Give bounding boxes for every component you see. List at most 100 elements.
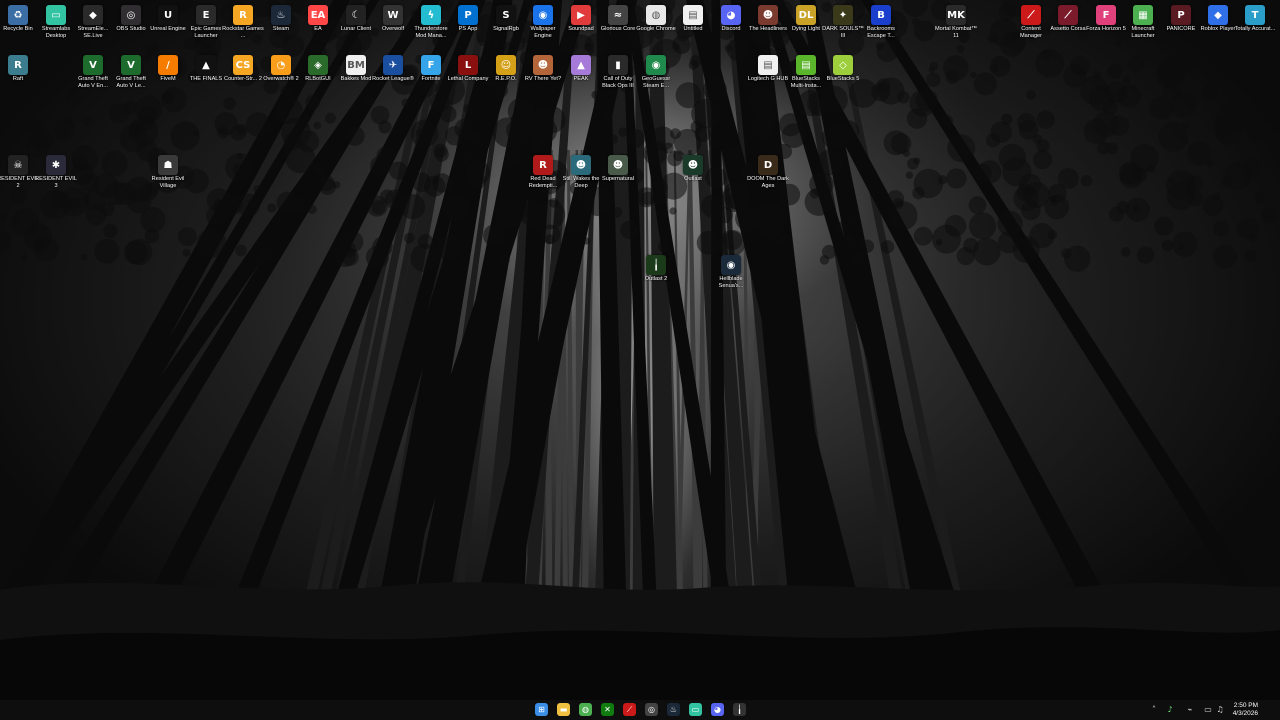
- desktop-shortcut[interactable]: U Unreal Engine: [148, 2, 188, 50]
- desktop-shortcut[interactable]: ▭ Streamlabs Desktop: [36, 2, 76, 50]
- supernatural-icon: ☻: [608, 155, 628, 175]
- desktop-shortcut[interactable]: ▲ PEAK: [561, 52, 601, 100]
- desktop-shortcut[interactable]: ▤ BlueStacks Multi-Insta...: [786, 52, 826, 100]
- epic-games-icon: E: [196, 5, 216, 25]
- clock-date[interactable]: 4/3/2026: [1218, 710, 1258, 717]
- desktop-shortcut[interactable]: L Lethal Company: [448, 52, 488, 100]
- desktop-shortcut[interactable]: ◕ Discord: [711, 2, 751, 50]
- desktop-shortcut[interactable]: ◔ Overwatch® 2: [261, 52, 301, 100]
- desktop-shortcut[interactable]: ⟋ Assetto Corsa: [1048, 2, 1088, 50]
- desktop-shortcut[interactable]: ☠ RESIDENT EVIL 2: [0, 152, 39, 200]
- clock-time[interactable]: 2:50 PM: [1218, 702, 1258, 709]
- desktop-shortcut[interactable]: ◉ Hellblade Senua's...: [711, 252, 751, 300]
- desktop-shortcut[interactable]: ◈ RLBotGUI: [298, 52, 338, 100]
- desktop-shortcut[interactable]: E Epic Games Launcher: [186, 2, 226, 50]
- desktop-shortcut[interactable]: T Totally Accurat...: [1235, 2, 1275, 50]
- document-icon: ▤: [683, 5, 703, 25]
- shortcut-label: Raft: [12, 76, 24, 82]
- desktop-shortcut[interactable]: ◉ GeoGuessr Steam E...: [636, 52, 676, 100]
- overwolf-icon: W: [383, 5, 403, 25]
- desktop-shortcut[interactable]: ✦ DARK SOULS™ III: [822, 2, 864, 50]
- desktop-shortcut[interactable]: ◉ Wallpaper Engine: [523, 2, 563, 50]
- shortcut-label: Minecraft Launcher: [1131, 26, 1155, 39]
- desktop-shortcut[interactable]: W Overwolf: [373, 2, 413, 50]
- desktop-shortcut[interactable]: P PS App: [448, 2, 488, 50]
- desktop-shortcut[interactable]: ☻ Supernatural: [598, 152, 638, 200]
- shortcut-label: Logitech G HUB: [747, 76, 789, 82]
- desktop-shortcut[interactable]: CS Counter-Str... 2: [223, 52, 263, 100]
- chevron-up-icon[interactable]: ˄: [1149, 704, 1159, 715]
- desktop-shortcut[interactable]: ╽ Outlast 2: [636, 252, 676, 300]
- desktop-shortcut[interactable]: V Grand Theft Auto V Le...: [111, 52, 151, 100]
- monitor-icon[interactable]: ▭: [1203, 704, 1213, 715]
- desktop-shortcut[interactable]: D DOOM The Dark Ages: [747, 152, 789, 200]
- desktop-shortcut[interactable]: ≈ Glorious Core: [598, 2, 638, 50]
- app-taskbar-icon[interactable]: ╽: [733, 703, 746, 716]
- resident-evil-village-icon: ☗: [158, 155, 178, 175]
- content-manager-taskbar-icon[interactable]: ⟋: [623, 703, 636, 716]
- xbox-icon[interactable]: ✕: [601, 703, 614, 716]
- shortcut-label: Outlast: [684, 176, 702, 182]
- network-icon[interactable]: ⌁: [1185, 704, 1195, 715]
- desktop-shortcut[interactable]: ◇ BlueStacks 5: [823, 52, 863, 100]
- desktop-shortcut[interactable]: B Backrooms Escape T...: [861, 2, 901, 50]
- shortcut-label: Lethal Company: [447, 76, 489, 82]
- desktop-shortcut[interactable]: ◆ Roblox Player: [1198, 2, 1238, 50]
- desktop-shortcut[interactable]: / FiveM: [148, 52, 188, 100]
- desktop-shortcut[interactable]: ☻ RV There Yet?: [523, 52, 563, 100]
- desktop-shortcut[interactable]: ☺ R.E.P.O.: [486, 52, 526, 100]
- desktop-shortcut[interactable]: ☻ The Headliners: [748, 2, 788, 50]
- desktop-shortcut[interactable]: ☻ Outlast: [673, 152, 713, 200]
- discord-taskbar-icon[interactable]: ◕: [711, 703, 724, 716]
- desktop-shortcut[interactable]: ✈ Rocket League®: [372, 52, 414, 100]
- streamelements-icon: ◆: [83, 5, 103, 25]
- desktop-shortcut[interactable]: ♨ Steam: [261, 2, 301, 50]
- content-manager-icon: ⟋: [1021, 5, 1041, 25]
- desktop-shortcut[interactable]: P PANICORE: [1161, 2, 1201, 50]
- desktop-shortcut[interactable]: ▤ Untitled: [673, 2, 713, 50]
- desktop-shortcut[interactable]: ☾ Lunar Client: [336, 2, 376, 50]
- desktop-shortcut[interactable]: F Fortnite: [411, 52, 451, 100]
- desktop-shortcut[interactable]: R Rockstar Games ...: [222, 2, 264, 50]
- desktop-shortcut[interactable]: DL Dying Light: [786, 2, 826, 50]
- obs-taskbar-icon[interactable]: ◎: [645, 703, 658, 716]
- shortcut-label: Thunderstore Mod Mana...: [414, 26, 448, 39]
- desktop-shortcut[interactable]: ◎ OBS Studio: [111, 2, 151, 50]
- chrome-taskbar-icon[interactable]: ◍: [579, 703, 592, 716]
- desktop-shortcut[interactable]: S SignalRgb: [486, 2, 526, 50]
- desktop-shortcut[interactable]: ◍ Google Chrome: [636, 2, 676, 50]
- shortcut-label: GeoGuessr Steam E...: [641, 76, 671, 89]
- desktop-shortcut[interactable]: MK Mortal Kombat™ 11: [935, 2, 977, 50]
- shortcut-label: Still Wakes the Deep: [562, 176, 600, 189]
- file-explorer-icon[interactable]: ▬: [557, 703, 570, 716]
- desktop-shortcut[interactable]: R Raft: [0, 52, 38, 100]
- desktop-shortcut[interactable]: ▲ THE FINALS: [186, 52, 226, 100]
- shortcut-label: PEAK: [573, 76, 589, 82]
- shortcut-label: DARK SOULS™ III: [822, 26, 864, 39]
- desktop-shortcut[interactable]: ▦ Minecraft Launcher: [1123, 2, 1163, 50]
- backrooms-icon: B: [871, 5, 891, 25]
- desktop-shortcut[interactable]: F Forza Horizon 5: [1086, 2, 1126, 50]
- ea-icon: EA: [308, 5, 328, 25]
- desktop-shortcut[interactable]: ✱ RESIDENT EVIL 3: [35, 152, 77, 200]
- desktop-shortcut[interactable]: ◆ StreamEle... SE.Live: [73, 2, 113, 50]
- desktop-shortcut[interactable]: BM Bakkes Mod: [336, 52, 376, 100]
- desktop-shortcut[interactable]: ☻ Still Wakes the Deep: [561, 152, 601, 200]
- shortcut-label: OBS Studio: [116, 26, 146, 32]
- desktop-shortcut[interactable]: ϟ Thunderstore Mod Mana...: [411, 2, 451, 50]
- start-icon[interactable]: ⊞: [535, 703, 548, 716]
- steam-taskbar-icon[interactable]: ♨: [667, 703, 680, 716]
- desktop-shortcut[interactable]: ▮ Call of Duty Black Ops III: [598, 52, 638, 100]
- desktop-shortcut[interactable]: ♻ Recycle Bin: [0, 2, 38, 50]
- desktop-shortcut[interactable]: ▤ Logitech G HUB: [748, 52, 788, 100]
- desktop-shortcut[interactable]: EA EA: [298, 2, 338, 50]
- rocket-league-icon: ✈: [383, 55, 403, 75]
- desktop-shortcut[interactable]: V Grand Theft Auto V En...: [73, 52, 113, 100]
- desktop-shortcut[interactable]: R Red Dead Redempti...: [523, 152, 563, 200]
- desktop-shortcut[interactable]: ▶ Soundpad: [561, 2, 601, 50]
- doom-icon: D: [758, 155, 778, 175]
- streamlabs-taskbar-icon[interactable]: ▭: [689, 703, 702, 716]
- microphone-icon[interactable]: ♪: [1165, 704, 1175, 715]
- desktop-shortcut[interactable]: ☗ Resident Evil Village: [148, 152, 188, 200]
- desktop-shortcut[interactable]: ⟋ Content Manager: [1011, 2, 1051, 50]
